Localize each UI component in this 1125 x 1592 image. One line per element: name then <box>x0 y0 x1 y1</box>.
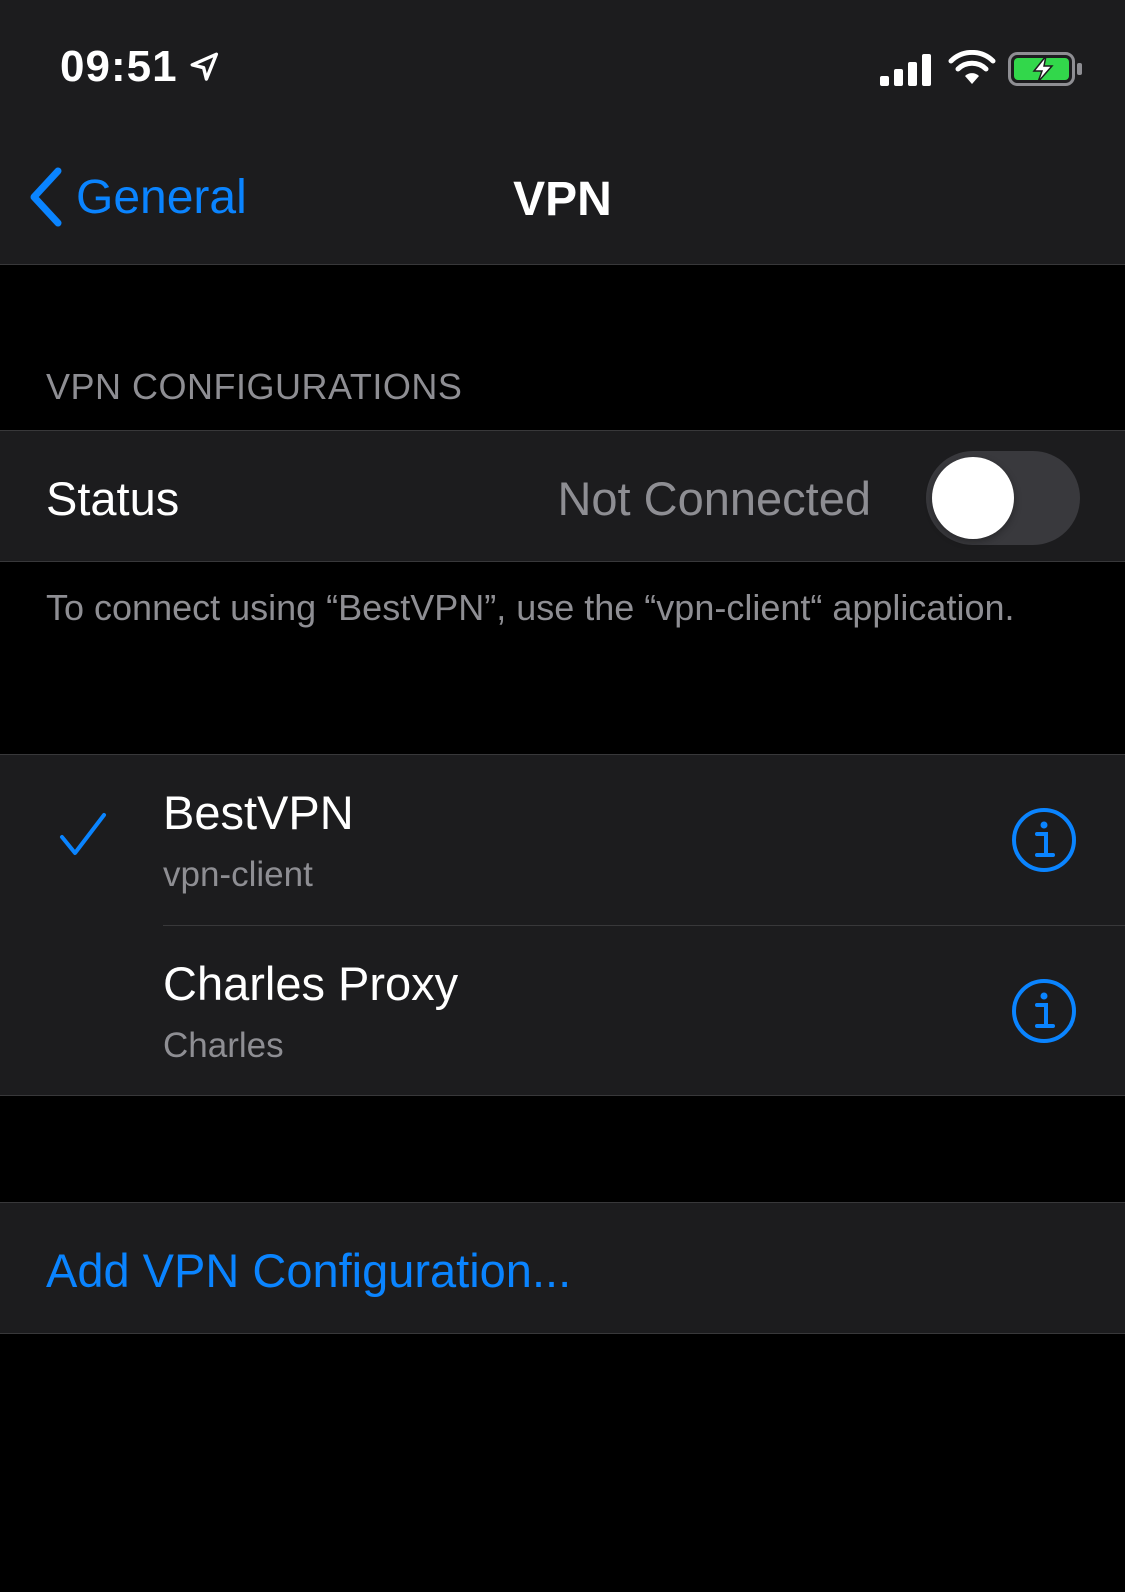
navigation-bar: General VPN <box>0 130 1125 265</box>
toggle-knob <box>932 457 1014 539</box>
status-value: Not Connected <box>557 472 871 525</box>
battery-charging-icon <box>1008 52 1082 86</box>
vpn-configurations-list: BestVPN vpn-client Charles Proxy Charles <box>0 754 1125 1096</box>
status-label: Status <box>46 472 180 525</box>
cellular-signal-icon <box>880 54 931 86</box>
config-subtitle: vpn-client <box>163 855 313 894</box>
status-row: Status Not Connected <box>0 430 1125 562</box>
info-icon[interactable] <box>1011 978 1077 1044</box>
config-name: Charles Proxy <box>163 957 459 1010</box>
info-icon[interactable] <box>1011 807 1077 873</box>
config-row-charles-proxy[interactable]: Charles Proxy Charles <box>0 926 1125 1096</box>
checkmark-icon <box>60 813 106 855</box>
vpn-status-toggle[interactable] <box>926 451 1080 545</box>
config-row-bestvpn[interactable]: BestVPN vpn-client <box>0 755 1125 926</box>
status-time: 09:51 <box>60 42 178 91</box>
vpn-settings-screen: 09:51 General VPN VPN CONFIGURATIONS Sta… <box>0 0 1125 1592</box>
status-bar: 09:51 <box>0 0 1125 130</box>
config-subtitle: Charles <box>163 1026 284 1065</box>
add-vpn-configuration-button[interactable]: Add VPN Configuration... <box>0 1202 1125 1334</box>
location-arrow-icon <box>190 52 219 81</box>
page-title: VPN <box>513 173 612 226</box>
section-header: VPN CONFIGURATIONS <box>46 366 463 407</box>
wifi-icon <box>948 50 996 84</box>
config-name: BestVPN <box>163 786 354 839</box>
connection-note: To connect using “BestVPN”, use the “vpn… <box>46 587 1015 628</box>
add-vpn-configuration-label: Add VPN Configuration... <box>46 1244 572 1297</box>
